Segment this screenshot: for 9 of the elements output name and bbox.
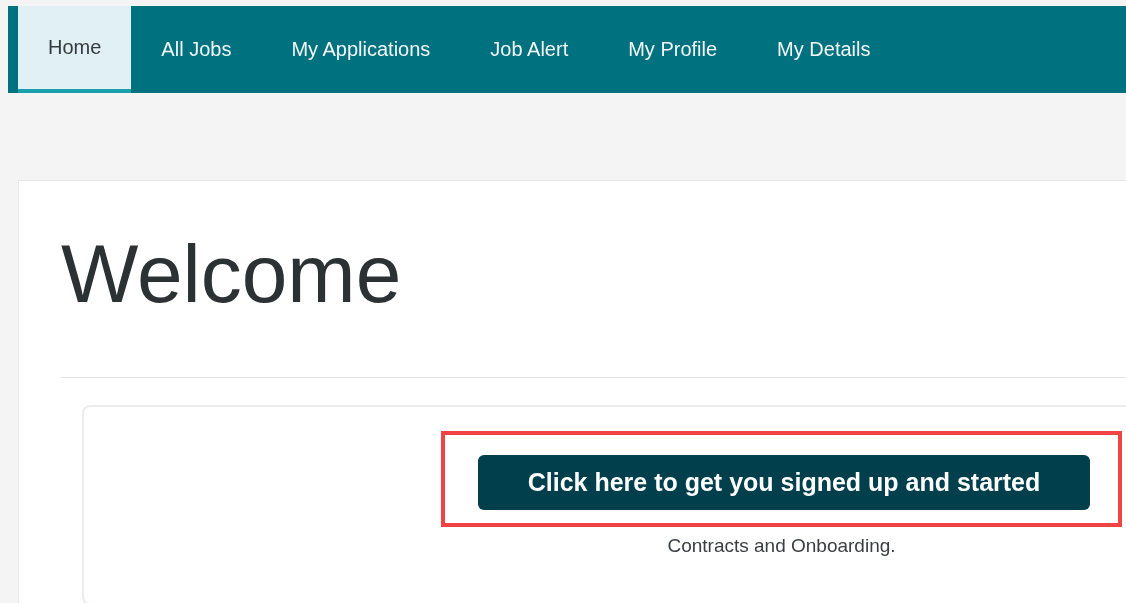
caption-text: Contracts and Onboarding. (667, 535, 896, 557)
nav-tab[interactable]: My Details (747, 6, 901, 93)
nav-tab[interactable]: Home (18, 6, 132, 93)
nav-tab[interactable]: Job Alert (460, 6, 599, 93)
nav-tab[interactable]: My Profile (598, 6, 748, 93)
nav-tab[interactable]: My Applications (261, 6, 461, 93)
nav-tab[interactable]: All Jobs (131, 6, 262, 93)
signup-button[interactable]: Click here to get you signed up and started (478, 455, 1090, 510)
page-heading: Welcome (61, 227, 403, 321)
